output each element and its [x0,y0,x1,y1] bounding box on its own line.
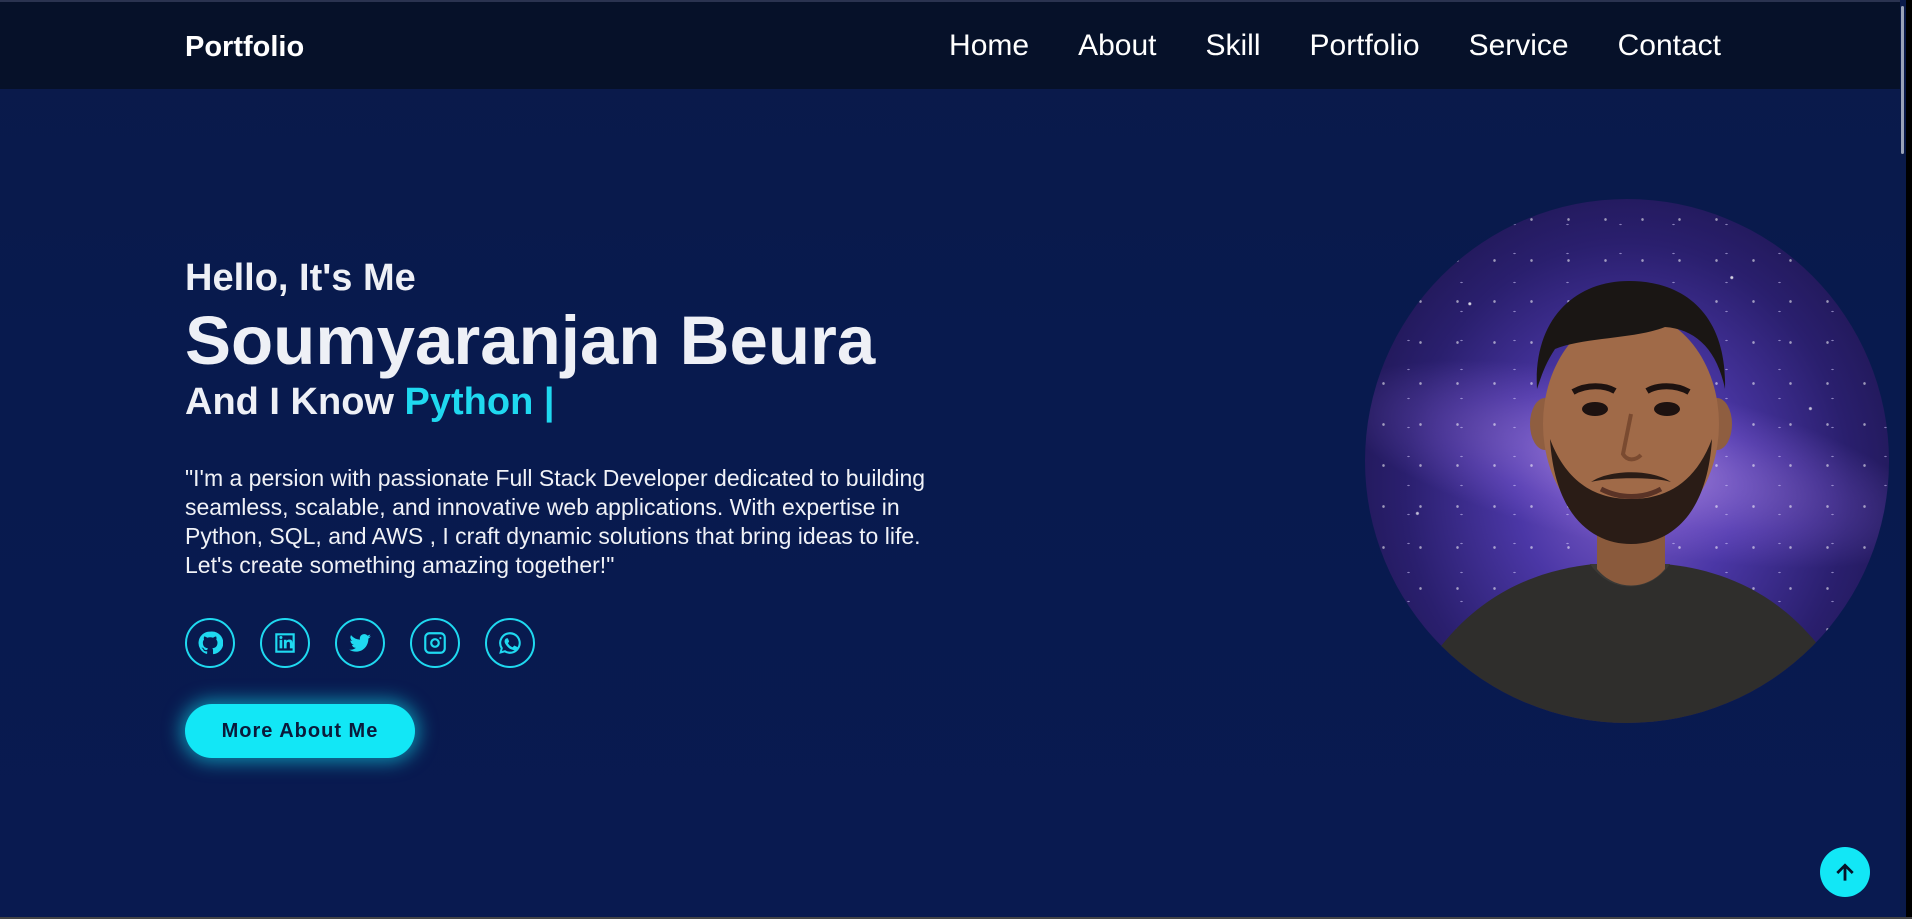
instagram-icon [424,632,446,654]
person-illustration [1425,281,1835,723]
twitter-link[interactable] [335,618,385,668]
scrollbar-thumb[interactable] [1901,6,1904,154]
logo[interactable]: Portfolio [185,31,304,64]
skill-line: And I Know Python | [185,379,945,425]
nav-about[interactable]: About [1078,29,1156,63]
twitter-icon [349,634,371,652]
nav-home[interactable]: Home [949,29,1029,63]
nav-skill[interactable]: Skill [1205,29,1260,63]
nav-service[interactable]: Service [1469,29,1569,63]
hero-section: Hello, It's Me Soumyaranjan Beura And I … [185,255,945,758]
arrow-up-icon [1836,863,1854,881]
social-links [185,618,945,668]
linkedin-link[interactable] [260,618,310,668]
navbar: Portfolio Home About Skill Portfolio Ser… [0,0,1906,89]
skill-prefix: And I Know [185,381,405,423]
nav-contact[interactable]: Contact [1618,29,1721,63]
hero-name: Soumyaranjan Beura [185,302,876,379]
more-about-me-button[interactable]: More About Me [185,704,415,758]
nav-portfolio[interactable]: Portfolio [1310,29,1420,63]
github-icon [198,631,223,655]
scroll-to-top-button[interactable] [1820,847,1870,897]
scrollbar[interactable] [1900,0,1906,917]
whatsapp-icon [499,632,521,654]
typed-skill: Python | [404,381,555,423]
bio-text: "I'm a persion with passionate Full Stac… [185,465,926,578]
whatsapp-link[interactable] [485,618,535,668]
greeting: Hello, It's Me [185,257,416,299]
instagram-link[interactable] [410,618,460,668]
github-link[interactable] [185,618,235,668]
nav-links: Home About Skill Portfolio Service Conta… [949,29,1721,63]
profile-photo [1365,199,1889,723]
linkedin-icon [275,633,295,653]
page: Portfolio Home About Skill Portfolio Ser… [0,0,1906,917]
